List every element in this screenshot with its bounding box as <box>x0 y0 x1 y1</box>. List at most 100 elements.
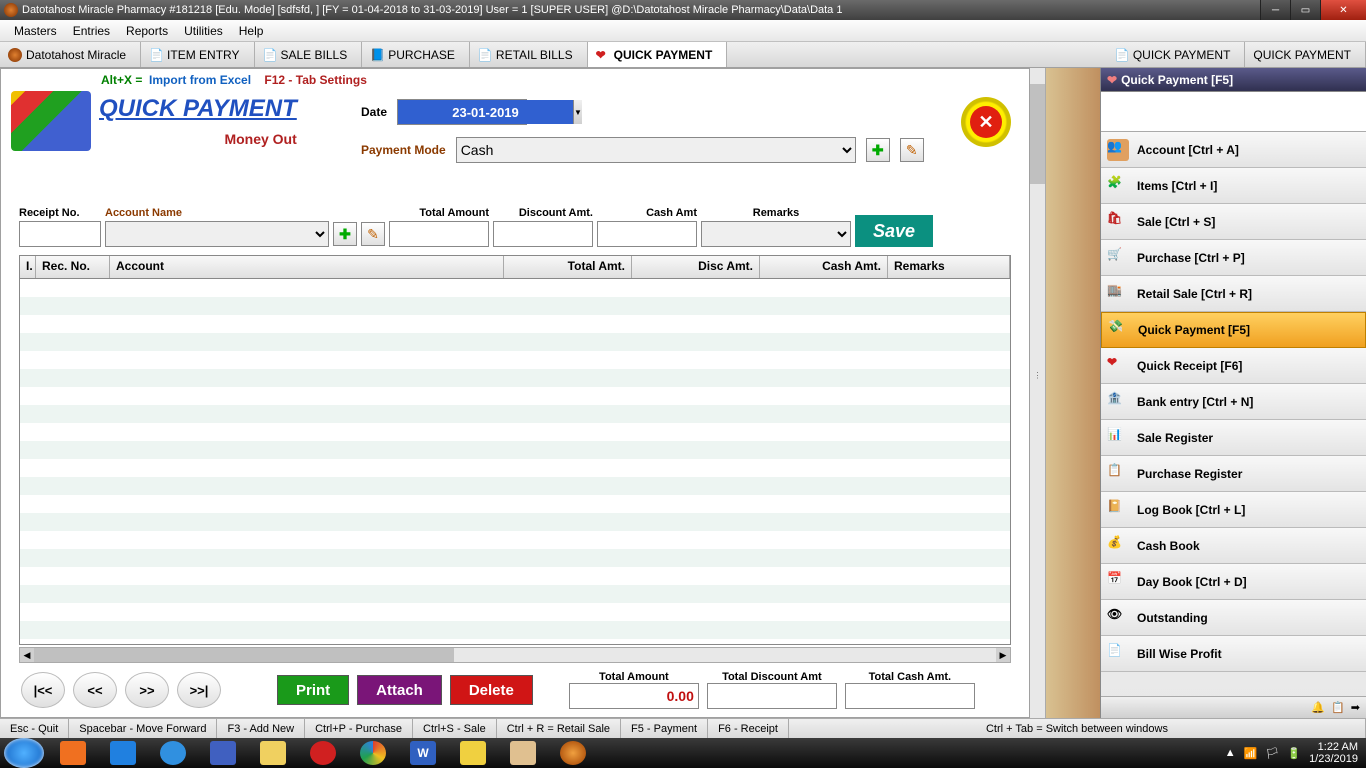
taskbar-app1[interactable] <box>100 739 146 767</box>
taskbar-opera[interactable] <box>300 739 346 767</box>
tray-network-icon[interactable]: 📶 <box>1244 747 1258 760</box>
date-label: Date <box>361 105 387 119</box>
close-button[interactable]: ✕ <box>1320 0 1366 20</box>
sidebar-item-outstanding[interactable]: 👁Outstanding <box>1101 600 1366 636</box>
col-disc-amt[interactable]: Disc Amt. <box>632 256 760 278</box>
col-index[interactable]: I. <box>20 256 36 278</box>
menu-utilities[interactable]: Utilities <box>176 21 231 41</box>
save-button[interactable]: Save <box>855 215 933 247</box>
menu-masters[interactable]: Masters <box>6 21 65 41</box>
menu-reports[interactable]: Reports <box>118 21 176 41</box>
delete-button[interactable]: Delete <box>450 675 533 705</box>
taskbar-current-app[interactable] <box>550 739 596 767</box>
status-f6: F6 - Receipt <box>708 719 789 738</box>
total-cash-footer <box>845 683 975 709</box>
total-amount-input[interactable] <box>389 221 489 247</box>
status-ctrls: Ctrl+S - Sale <box>413 719 497 738</box>
minimize-button[interactable]: ─ <box>1260 0 1290 20</box>
remarks-select[interactable] <box>701 221 851 247</box>
edit-account-button[interactable]: ✎ <box>361 222 385 246</box>
tray-flag-icon[interactable]: 🏳 <box>1265 747 1279 760</box>
sidebar-item-items[interactable]: 🧩Items [Ctrl + I] <box>1101 168 1366 204</box>
menu-help[interactable]: Help <box>231 21 272 41</box>
sidebar-footer-icon-2[interactable]: 📋 <box>1331 701 1345 714</box>
tab-retail-bills[interactable]: 📄RETAIL BILLS <box>470 42 588 67</box>
sidebar-item-sale-register[interactable]: 📊Sale Register <box>1101 420 1366 456</box>
attach-button[interactable]: Attach <box>357 675 442 705</box>
taskbar-ie[interactable] <box>150 739 196 767</box>
status-f5: F5 - Payment <box>621 719 708 738</box>
taskbar-vlc[interactable] <box>50 739 96 767</box>
tab-quick-payment-2[interactable]: 📄QUICK PAYMENT <box>1107 42 1246 67</box>
add-account-button[interactable]: ✚ <box>333 222 357 246</box>
sidebar-item-day-book[interactable]: 📅Day Book [Ctrl + D] <box>1101 564 1366 600</box>
nav-last-button[interactable]: >>| <box>177 672 221 708</box>
grid-body[interactable] <box>19 279 1011 645</box>
sidebar-footer-icon-1[interactable]: 🔔 <box>1311 701 1325 714</box>
date-input[interactable] <box>398 100 573 124</box>
taskbar-chrome[interactable] <box>350 739 396 767</box>
windows-taskbar: W ▲ 📶 🏳 🔋 1:22 AM 1/23/2019 <box>0 738 1366 768</box>
tab-item-entry[interactable]: 📄ITEM ENTRY <box>141 42 254 67</box>
total-amount-footer-label: Total Amount <box>569 671 699 683</box>
sidebar-item-purchase[interactable]: 🛒Purchase [Ctrl + P] <box>1101 240 1366 276</box>
scroll-thumb[interactable] <box>34 648 454 662</box>
tab-purchase[interactable]: 📘PURCHASE <box>362 42 470 67</box>
sidebar-item-bank-entry[interactable]: 🏦Bank entry [Ctrl + N] <box>1101 384 1366 420</box>
col-remarks[interactable]: Remarks <box>888 256 1010 278</box>
tray-clock[interactable]: 1:22 AM 1/23/2019 <box>1309 741 1358 765</box>
tab-quick-payment-3[interactable]: QUICK PAYMENT <box>1245 42 1366 67</box>
sidebar-item-sale[interactable]: 🛍Sale [Ctrl + S] <box>1101 204 1366 240</box>
start-button[interactable] <box>4 738 44 768</box>
print-button[interactable]: Print <box>277 675 349 705</box>
col-rec-no[interactable]: Rec. No. <box>36 256 110 278</box>
col-cash-amt[interactable]: Cash Amt. <box>760 256 888 278</box>
splitter-gripper-icon[interactable]: ⋮ <box>1030 361 1045 391</box>
sidebar-item-log-book[interactable]: 📔Log Book [Ctrl + L] <box>1101 492 1366 528</box>
sidebar-footer-icon-3[interactable]: ➡ <box>1351 701 1360 714</box>
tab-quick-payment-active[interactable]: ❤QUICK PAYMENT <box>588 42 728 67</box>
total-cash-footer-label: Total Cash Amt. <box>845 671 975 683</box>
taskbar-paint[interactable] <box>500 739 546 767</box>
col-total-amt[interactable]: Total Amt. <box>504 256 632 278</box>
add-payment-mode-button[interactable]: ✚ <box>866 138 890 162</box>
status-bar: Esc - Quit Spacebar - Move Forward F3 - … <box>0 718 1366 738</box>
taskbar-explorer[interactable] <box>250 739 296 767</box>
nav-prev-button[interactable]: << <box>73 672 117 708</box>
nav-next-button[interactable]: >> <box>125 672 169 708</box>
cash-amt-input[interactable] <box>597 221 697 247</box>
scroll-right-button[interactable]: ▶ <box>996 648 1010 662</box>
menu-entries[interactable]: Entries <box>65 21 118 41</box>
sidebar-item-quick-receipt[interactable]: ❤Quick Receipt [F6] <box>1101 348 1366 384</box>
tray-battery-icon[interactable]: 🔋 <box>1287 747 1301 760</box>
close-form-button[interactable]: ✕ <box>961 97 1011 147</box>
sidebar-item-cash-book[interactable]: 💰Cash Book <box>1101 528 1366 564</box>
tray-up-icon[interactable]: ▲ <box>1225 747 1236 759</box>
account-name-select[interactable] <box>105 221 329 247</box>
sidebar-item-retail-sale[interactable]: 🏬Retail Sale [Ctrl + R] <box>1101 276 1366 312</box>
discount-amt-input[interactable] <box>493 221 593 247</box>
sidebar-item-bill-wise-profit[interactable]: 📄Bill Wise Profit <box>1101 636 1366 672</box>
scroll-left-button[interactable]: ◀ <box>20 648 34 662</box>
sidebar-item-quick-payment[interactable]: 💸Quick Payment [F5] <box>1101 312 1366 348</box>
total-discount-footer <box>707 683 837 709</box>
taskbar-app2[interactable] <box>200 739 246 767</box>
taskbar-notes[interactable] <box>450 739 496 767</box>
taskbar-word[interactable]: W <box>400 739 446 767</box>
sidebar-footer: 🔔 📋 ➡ <box>1101 696 1366 718</box>
nav-first-button[interactable]: |<< <box>21 672 65 708</box>
col-account[interactable]: Account <box>110 256 504 278</box>
maximize-button[interactable]: ▭ <box>1290 0 1320 20</box>
date-dropdown-button[interactable]: ▼ <box>573 100 582 124</box>
sidebar-item-account[interactable]: 👥Account [Ctrl + A] <box>1101 132 1366 168</box>
tab-home[interactable]: Datotahost Miracle <box>0 42 141 67</box>
receipt-no-input[interactable] <box>19 221 101 247</box>
system-tray[interactable]: ▲ 📶 🏳 🔋 1:22 AM 1/23/2019 <box>1225 741 1366 765</box>
sidebar-item-purchase-register[interactable]: 📋Purchase Register <box>1101 456 1366 492</box>
horizontal-scrollbar[interactable]: ◀ ▶ <box>19 647 1011 663</box>
tab-sale-bills[interactable]: 📄SALE BILLS <box>255 42 363 67</box>
vertical-scrollbar[interactable]: ⋮ <box>1030 68 1046 718</box>
payment-mode-select[interactable]: Cash <box>456 137 856 163</box>
shortcut-hints: Alt+X = Import from Excel F12 - Tab Sett… <box>1 69 1029 87</box>
edit-payment-mode-button[interactable]: ✎ <box>900 138 924 162</box>
